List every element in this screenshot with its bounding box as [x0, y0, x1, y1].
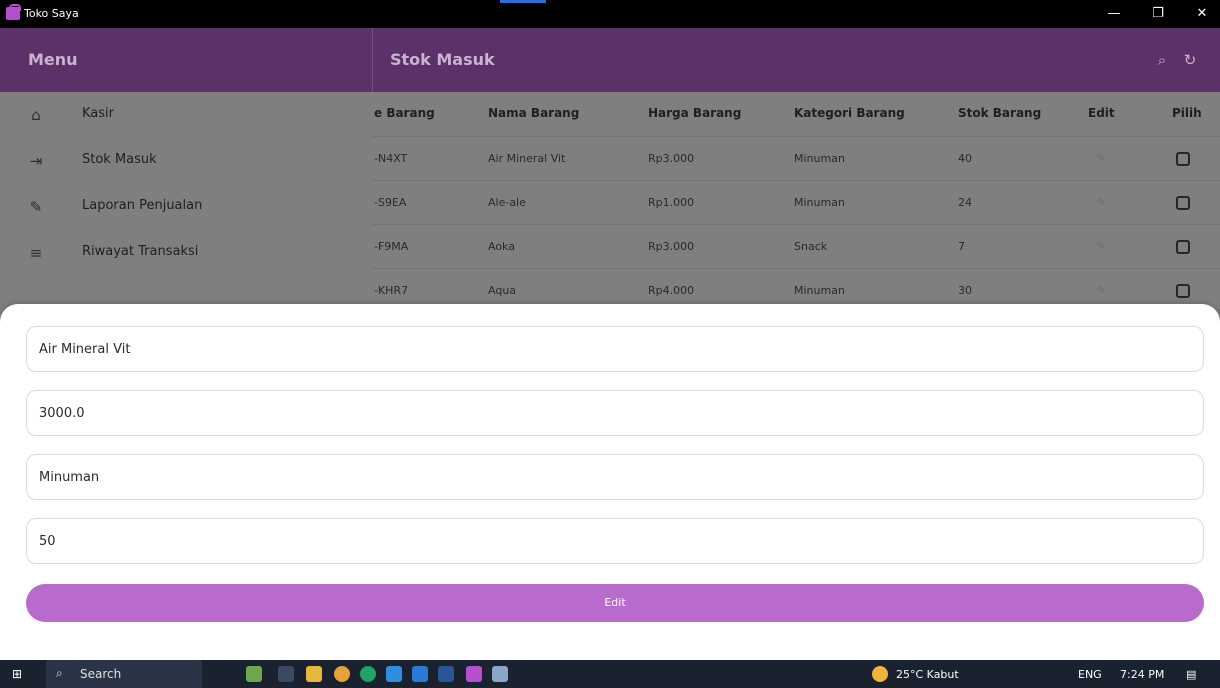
drawer-item-kasir[interactable]: ⌂ Kasir: [0, 92, 372, 138]
column-header-kode: e Barang: [374, 106, 435, 120]
cell-stok: 40: [958, 152, 972, 165]
shopping-bag-icon: [6, 4, 21, 20]
cell-kategori: Minuman: [794, 152, 845, 165]
drawer-item-label: Riwayat Transaksi: [82, 244, 199, 259]
table-row[interactable]: -S9EA Ale-ale Rp1.000 Minuman 24 ✎: [372, 180, 1220, 224]
stock-table: e Barang Nama Barang Harga Barang Katego…: [372, 92, 1220, 332]
cell-kode: -KHR7: [374, 284, 409, 297]
navigation-drawer: ⌂ Kasir ⇥ Stok Masuk ✎ Laporan Penjualan…: [0, 92, 372, 332]
login-icon: ⇥: [29, 152, 43, 170]
table-row[interactable]: -N4XT Air Mineral Vit Rp3.000 Minuman 40…: [372, 136, 1220, 180]
column-header-kategori: Kategori Barang: [794, 106, 905, 120]
app-window: Menu Stok Masuk ⌕ ↻ ⌂ Kasir ⇥ Stok Masuk…: [0, 28, 1220, 660]
product-name-field[interactable]: [26, 326, 1204, 372]
drawer-item-stok-masuk[interactable]: ⇥ Stok Masuk: [0, 138, 372, 184]
stock-field[interactable]: [26, 518, 1204, 564]
cell-harga: Rp4.000: [648, 284, 695, 297]
toko-saya-app-icon[interactable]: [466, 666, 482, 682]
edit-submit-button[interactable]: Edit: [26, 584, 1204, 622]
search-icon: ⌕: [56, 666, 63, 680]
cell-kategori: Minuman: [794, 284, 845, 297]
list-icon: ≡: [29, 244, 43, 262]
drawer-item-label: Laporan Penjualan: [82, 198, 203, 213]
drawer-title: Menu: [28, 50, 78, 69]
drawer-item-label: Stok Masuk: [82, 152, 157, 167]
refresh-icon[interactable]: ↻: [1180, 50, 1200, 70]
edge-icon[interactable]: [386, 666, 402, 682]
appbar-divider: [372, 28, 373, 92]
select-checkbox[interactable]: [1176, 152, 1190, 166]
drawer-item-label: Kasir: [82, 106, 114, 121]
maximize-button[interactable]: ❐: [1140, 0, 1176, 28]
taskbar: ⊞ ⌕ Search 25°C Kabut ENG 7:24 PM ▤: [0, 660, 1220, 688]
chrome-icon[interactable]: [334, 666, 350, 682]
column-header-edit: Edit: [1088, 106, 1115, 120]
search-label: Search: [80, 667, 122, 681]
cell-nama: Aqua: [488, 284, 517, 297]
close-button[interactable]: ✕: [1184, 0, 1220, 28]
column-header-harga: Harga Barang: [648, 106, 742, 120]
table-row[interactable]: -F9MA Aoka Rp3.000 Snack 7 ✎: [372, 224, 1220, 268]
task-view-icon[interactable]: [278, 666, 294, 682]
cell-kategori: Snack: [794, 240, 828, 253]
select-checkbox[interactable]: [1176, 284, 1190, 298]
notification-icon[interactable]: ▤: [1186, 668, 1196, 681]
notes-icon[interactable]: [492, 666, 508, 682]
category-field[interactable]: [26, 454, 1204, 500]
pencil-icon[interactable]: ✎: [1096, 239, 1110, 253]
cell-stok: 7: [958, 240, 965, 253]
cell-harga: Rp3.000: [648, 152, 695, 165]
pencil-icon[interactable]: ✎: [1096, 283, 1110, 297]
drawer-item-riwayat-transaksi[interactable]: ≡ Riwayat Transaksi: [0, 230, 372, 276]
taskbar-search-box[interactable]: ⌕ Search: [46, 660, 202, 688]
cell-kategori: Minuman: [794, 196, 845, 209]
edit-box-icon: ✎: [29, 198, 43, 216]
column-header-stok: Stok Barang: [958, 106, 1042, 120]
select-checkbox[interactable]: [1176, 240, 1190, 254]
window-title-bar: Toko Saya — ❐ ✕: [0, 0, 1220, 28]
page-title: Stok Masuk: [390, 50, 495, 69]
select-checkbox[interactable]: [1176, 196, 1190, 210]
pencil-icon[interactable]: ✎: [1096, 151, 1110, 165]
weather-text[interactable]: 25°C Kabut: [896, 668, 959, 681]
cell-kode: -S9EA: [374, 196, 407, 209]
language-indicator[interactable]: ENG: [1078, 668, 1102, 681]
file-explorer-icon[interactable]: [306, 666, 322, 682]
title-accent-line: [500, 0, 546, 3]
edit-bottom-sheet: Edit: [0, 304, 1220, 660]
cell-kode: -F9MA: [374, 240, 409, 253]
cell-stok: 24: [958, 196, 972, 209]
pencil-icon[interactable]: ✎: [1096, 195, 1110, 209]
minimize-button[interactable]: —: [1096, 0, 1132, 28]
browser-icon[interactable]: [360, 666, 376, 682]
clock[interactable]: 7:24 PM: [1120, 668, 1164, 681]
cell-nama: Aoka: [488, 240, 515, 253]
cell-harga: Rp3.000: [648, 240, 695, 253]
widgets-icon[interactable]: [246, 666, 262, 682]
windows-start-icon[interactable]: ⊞: [12, 668, 25, 681]
cell-nama: Air Mineral Vit: [488, 152, 566, 165]
column-header-nama: Nama Barang: [488, 106, 580, 120]
column-header-pilih: Pilih: [1172, 106, 1202, 120]
app-bar: Menu Stok Masuk ⌕ ↻: [0, 28, 1220, 92]
window-title: Toko Saya: [24, 7, 79, 20]
basket-icon: ⌂: [31, 106, 41, 124]
cell-kode: -N4XT: [374, 152, 408, 165]
search-icon[interactable]: ⌕: [1152, 50, 1172, 70]
cell-nama: Ale-ale: [488, 196, 526, 209]
price-field[interactable]: [26, 390, 1204, 436]
vscode-icon[interactable]: [412, 666, 428, 682]
drawer-item-laporan-penjualan[interactable]: ✎ Laporan Penjualan: [0, 184, 372, 230]
weather-icon: [872, 666, 888, 682]
cell-stok: 30: [958, 284, 972, 297]
word-icon[interactable]: [438, 666, 454, 682]
cell-harga: Rp1.000: [648, 196, 695, 209]
